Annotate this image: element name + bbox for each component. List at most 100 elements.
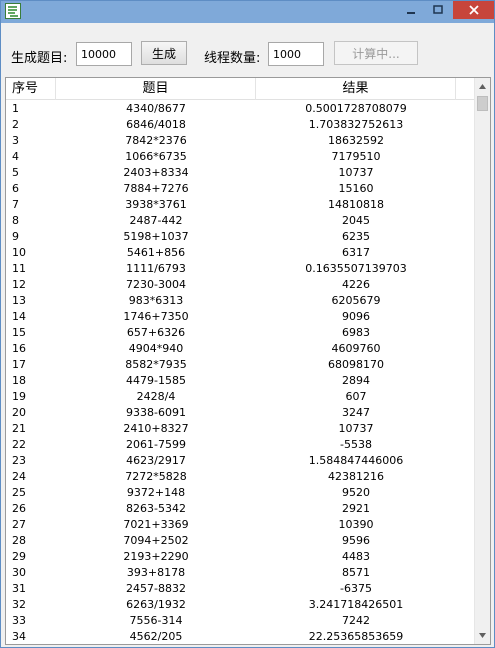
row-result: 2921: [342, 502, 370, 515]
row-index: 16: [12, 342, 26, 355]
row-result: 6983: [342, 326, 370, 339]
table-row[interactable]: 5 2403+8334 10737: [6, 165, 476, 181]
row-index: 18: [12, 374, 26, 387]
table-row[interactable]: 13 983*6313 6205679: [6, 293, 476, 309]
table-row[interactable]: 4 1066*6735 7179510: [6, 149, 476, 165]
row-index: 31: [12, 582, 26, 595]
table-row[interactable]: 9 5198+1037 6235: [6, 229, 476, 245]
row-question: 657+6326: [126, 326, 186, 339]
row-index: 22: [12, 438, 26, 451]
generate-count-input[interactable]: [76, 42, 132, 66]
table-row[interactable]: 16 4904*940 4609760: [6, 341, 476, 357]
row-question: 5461+856: [126, 246, 186, 259]
row-result: 9096: [342, 310, 370, 323]
table-row[interactable]: 23 4623/2917 1.584847446006: [6, 453, 476, 469]
table-row[interactable]: 15 657+6326 6983: [6, 325, 476, 341]
column-header-index[interactable]: 序号: [6, 78, 56, 100]
row-index: 11: [12, 262, 26, 275]
row-index: 7: [12, 198, 19, 211]
table-row[interactable]: 30 393+8178 8571: [6, 565, 476, 581]
row-result: 6205679: [331, 294, 381, 307]
table-row[interactable]: 28 7094+2502 9596: [6, 533, 476, 549]
table-row[interactable]: 8 2487-442 2045: [6, 213, 476, 229]
row-result: 15160: [338, 182, 374, 195]
results-list[interactable]: 序号 题目 结果 1 4340/8677 0.5001728708079 2 6846/…: [5, 77, 491, 645]
row-index: 1: [12, 102, 19, 115]
table-row[interactable]: 31 2457-8832 -6375: [6, 581, 476, 597]
row-question: 2487-442: [129, 214, 183, 227]
row-result: 7242: [342, 614, 370, 627]
row-result: 3.241718426501: [308, 598, 404, 611]
row-index: 17: [12, 358, 26, 371]
table-row[interactable]: 27 7021+3369 10390: [6, 517, 476, 533]
row-question: 4623/2917: [126, 454, 186, 467]
row-question: 4340/8677: [126, 102, 186, 115]
row-index: 26: [12, 502, 26, 515]
row-index: 27: [12, 518, 26, 531]
row-question: 393+8178: [126, 566, 186, 579]
table-row[interactable]: 10 5461+856 6317: [6, 245, 476, 261]
row-index: 5: [12, 166, 19, 179]
scroll-down-button[interactable]: [475, 627, 490, 644]
row-result: 68098170: [328, 358, 384, 371]
table-row[interactable]: 12 7230-3004 4226: [6, 277, 476, 293]
scroll-thumb[interactable]: [477, 96, 488, 111]
maximize-button[interactable]: [425, 1, 451, 19]
table-row[interactable]: 7 3938*3761 14810818: [6, 197, 476, 213]
table-row[interactable]: 32 6263/1932 3.241718426501: [6, 597, 476, 613]
row-question: 8263-5342: [126, 502, 186, 515]
row-question: 9338-6091: [126, 406, 186, 419]
table-row[interactable]: 25 9372+148 9520: [6, 485, 476, 501]
row-result: 18632592: [328, 134, 384, 147]
table-row[interactable]: 20 9338-6091 3247: [6, 405, 476, 421]
thread-count-label: 线程数量:: [204, 51, 261, 66]
compute-button: 计算中...: [334, 41, 418, 65]
row-question: 4904*940: [128, 342, 184, 355]
title-bar[interactable]: [1, 1, 494, 23]
row-result: 3247: [342, 406, 370, 419]
row-question: 1746+7350: [123, 310, 189, 323]
row-question: 1066*6735: [125, 150, 187, 163]
vertical-scrollbar[interactable]: [474, 78, 490, 644]
row-question: 2410+8327: [123, 422, 189, 435]
row-question: 4479-1585: [126, 374, 186, 387]
table-row[interactable]: 19 2428/4 607: [6, 389, 476, 405]
table-row[interactable]: 17 8582*7935 68098170: [6, 357, 476, 373]
table-row[interactable]: 21 2410+8327 10737: [6, 421, 476, 437]
row-question: 7094+2502: [123, 534, 189, 547]
row-index: 29: [12, 550, 26, 563]
scroll-up-button[interactable]: [475, 78, 490, 95]
row-result: 607: [345, 390, 367, 403]
row-result: 1.703832752613: [308, 118, 404, 131]
column-header-result[interactable]: 结果: [256, 78, 456, 100]
table-row[interactable]: 24 7272*5828 42381216: [6, 469, 476, 485]
table-row[interactable]: 18 4479-1585 2894: [6, 373, 476, 389]
row-result: 22.25365853659: [308, 630, 404, 643]
row-result: 0.5001728708079: [305, 102, 407, 115]
row-index: 33: [12, 614, 26, 627]
generate-button[interactable]: 生成: [141, 41, 187, 65]
row-question: 5198+1037: [123, 230, 189, 243]
maximize-icon: [433, 5, 443, 14]
table-row[interactable]: 33 7556-314 7242: [6, 613, 476, 629]
row-question: 2403+8334: [123, 166, 189, 179]
minimize-button[interactable]: [398, 1, 424, 19]
close-button[interactable]: [453, 1, 494, 19]
table-row[interactable]: 6 7884+7276 15160: [6, 181, 476, 197]
table-row[interactable]: 26 8263-5342 2921: [6, 501, 476, 517]
table-row[interactable]: 1 4340/8677 0.5001728708079: [6, 101, 476, 117]
table-row[interactable]: 22 2061-7599 -5538: [6, 437, 476, 453]
row-question: 7230-3004: [126, 278, 186, 291]
row-index: 23: [12, 454, 26, 467]
table-row[interactable]: 14 1746+7350 9096: [6, 309, 476, 325]
thread-count-input[interactable]: [268, 42, 324, 66]
column-header-question[interactable]: 题目: [56, 78, 256, 100]
table-row[interactable]: 29 2193+2290 4483: [6, 549, 476, 565]
row-result: 8571: [342, 566, 370, 579]
row-result: 42381216: [328, 470, 384, 483]
row-question: 4562/205: [129, 630, 183, 643]
table-row[interactable]: 2 6846/4018 1.703832752613: [6, 117, 476, 133]
table-row[interactable]: 11 1111/6793 0.1635507139703: [6, 261, 476, 277]
table-row[interactable]: 3 7842*2376 18632592: [6, 133, 476, 149]
table-row[interactable]: 34 4562/205 22.25365853659: [6, 629, 476, 644]
